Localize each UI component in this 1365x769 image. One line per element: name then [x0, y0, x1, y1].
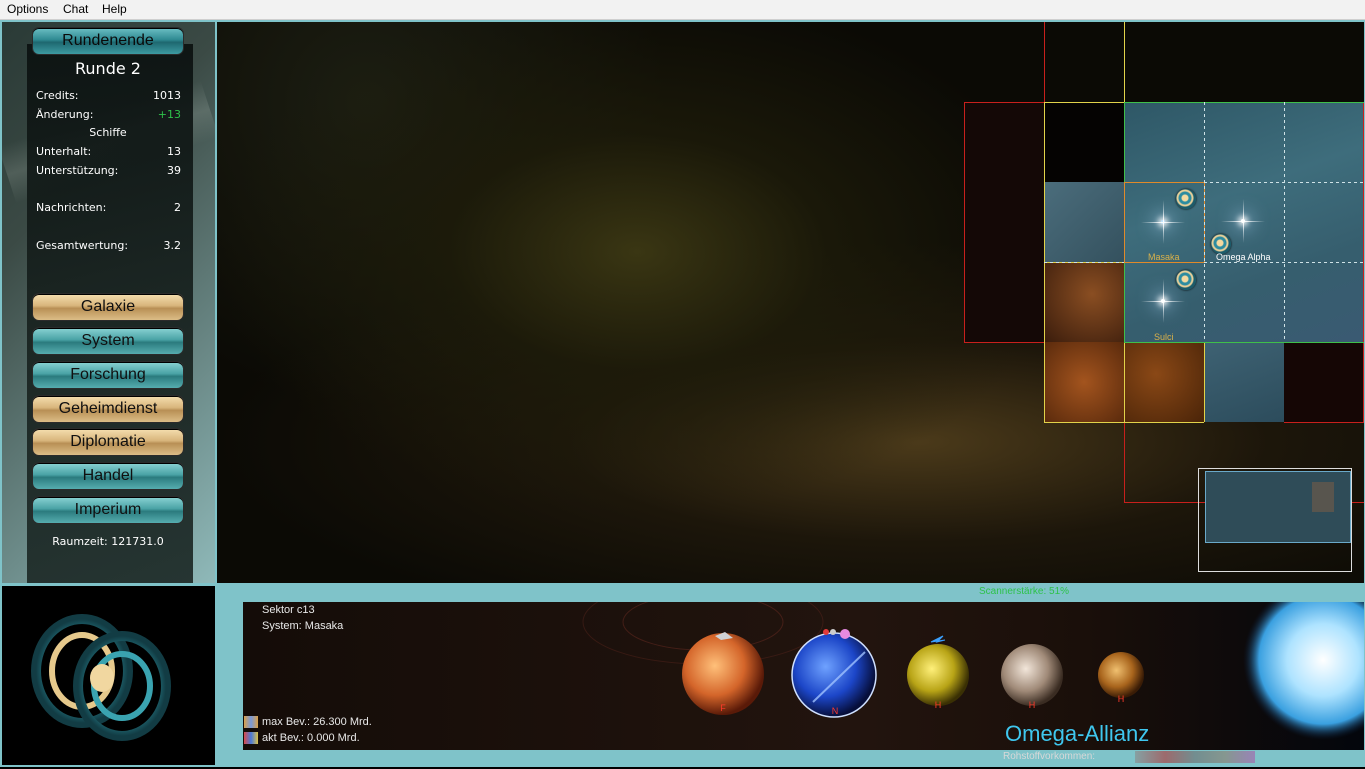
score-value: 3.2 [163, 239, 182, 252]
nav-system-button[interactable]: System [33, 328, 183, 354]
star-flare [1163, 200, 1164, 244]
planet-n[interactable] [791, 632, 877, 718]
faction-name: Omega-Allianz [1005, 721, 1150, 746]
star-flare [1243, 199, 1244, 243]
planet-h[interactable] [907, 644, 969, 706]
resources-label: Rohstoffvorkommen: [1003, 751, 1096, 762]
ships-header: Schiffe [89, 126, 127, 139]
menu-options[interactable]: Options [7, 2, 48, 16]
system-name-masaka[interactable]: Masaka [1148, 252, 1180, 262]
minimap[interactable] [1198, 468, 1352, 572]
population-icon [244, 716, 258, 728]
menu-chat[interactable]: Chat [63, 2, 88, 16]
faction-swirl-icon[interactable] [1176, 270, 1196, 290]
planet-class-label: N [831, 706, 839, 716]
change-label: Änderung: [36, 108, 94, 121]
messages-value[interactable]: 2 [121, 201, 181, 214]
round-label: Runde 2 [75, 59, 141, 78]
messages-label[interactable]: Nachrichten: [36, 201, 106, 214]
support-value: 39 [167, 164, 181, 177]
support-label: Unterstützung: [36, 164, 119, 177]
end-turn-button[interactable]: Rundenende [33, 28, 183, 54]
nav-diplomatie-button[interactable]: Diplomatie [33, 429, 183, 455]
system-name-omega-alpha[interactable]: Omega Alpha [1216, 252, 1271, 262]
sector-info-panel: Sektor c13 System: Masaka F N H H H max … [217, 586, 1364, 765]
minimap-territory [1312, 482, 1334, 512]
system-background [582, 602, 1364, 740]
minimap-viewport[interactable] [1205, 471, 1351, 543]
planet-class-label: H [934, 700, 942, 710]
upkeep-label: Unterhalt: [36, 145, 92, 158]
faction-swirl-icon[interactable] [1176, 189, 1196, 209]
nav-galaxie-button[interactable]: Galaxie [33, 294, 183, 320]
system-label: System: Masaka [262, 620, 344, 632]
planet-class-label: H [1117, 694, 1125, 704]
map-grid [964, 22, 1364, 503]
population-icon [244, 732, 258, 744]
sector-label: Sektor c13 [262, 604, 315, 616]
faction-emblem-panel [2, 586, 215, 765]
spacetime-label: Raumzeit: 121731.0 [52, 535, 164, 548]
credits-value: 1013 [153, 89, 181, 102]
scanner-strength: Scannerstärke: 51% [979, 586, 1070, 597]
galaxy-map[interactable]: Masaka Omega Alpha Sulci [217, 22, 1364, 583]
resource-icons [1135, 751, 1255, 763]
nav-forschung-button[interactable]: Forschung [33, 362, 183, 388]
planet-class-label: F [720, 703, 726, 713]
upkeep-value: 13 [167, 145, 181, 158]
current-population: akt Bev.: 0.000 Mrd. [262, 732, 360, 744]
system-name-sulci[interactable]: Sulci [1154, 332, 1174, 342]
nav-geheimdienst-button[interactable]: Geheimdienst [33, 396, 183, 422]
score-label: Gesamtwertung: [36, 239, 129, 252]
planet-h[interactable] [1001, 644, 1063, 706]
planet-h[interactable] [1098, 652, 1144, 698]
system-view: Sektor c13 System: Masaka F N H H H max … [243, 602, 1364, 750]
nav-imperium-button[interactable]: Imperium [33, 497, 183, 523]
faction-emblem-icon [31, 614, 171, 741]
max-population: max Bev.: 26.300 Mrd. [262, 716, 372, 728]
faction-swirl-icon[interactable] [1211, 234, 1231, 254]
nav-handel-button[interactable]: Handel [33, 463, 183, 489]
credits-label: Credits: [36, 89, 79, 102]
change-value: +13 [157, 108, 181, 121]
star-flare [1163, 279, 1164, 323]
menu-bar: Options Chat Help [0, 0, 1365, 20]
menu-help[interactable]: Help [102, 2, 127, 16]
planet-class-label: H [1028, 700, 1036, 710]
